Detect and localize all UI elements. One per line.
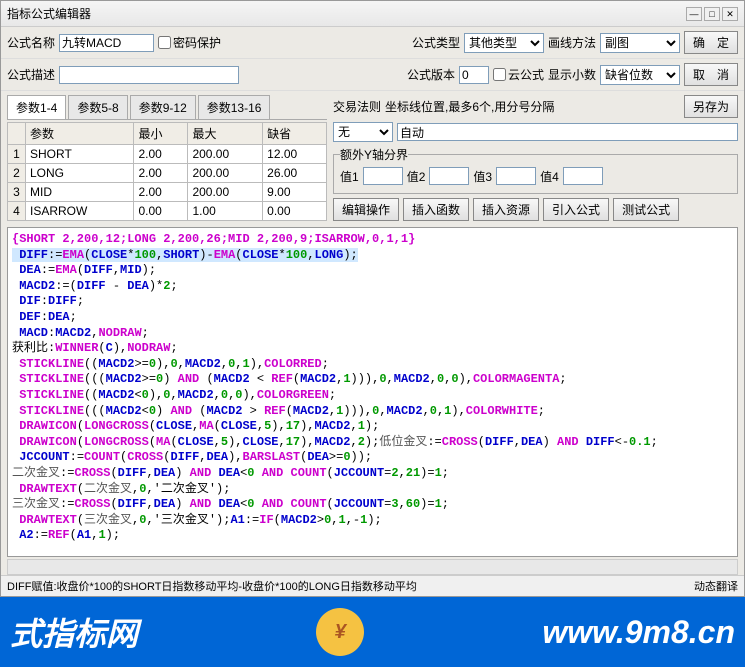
formula-desc-label: 公式描述 xyxy=(7,66,55,83)
table-row: 2LONG2.00200.0026.00 xyxy=(8,164,327,183)
formula-name-label: 公式名称 xyxy=(7,34,55,51)
cloud-label: 云公式 xyxy=(508,66,544,83)
coord-hint: 坐标线位置,最多6个,用分号分隔 xyxy=(385,98,680,115)
trade-rule-label: 交易法则 xyxy=(333,98,381,115)
table-row: 4ISARROW0.001.000.00 xyxy=(8,202,327,221)
extra-y-legend: 额外Y轴分界 xyxy=(340,146,408,163)
password-label: 密码保护 xyxy=(173,34,221,51)
cancel-button[interactable]: 取 消 xyxy=(684,63,738,86)
logo-icon: ¥ xyxy=(316,608,364,656)
tab-params-1-4[interactable]: 参数1-4 xyxy=(7,95,66,119)
version-input[interactable] xyxy=(459,66,489,84)
status-text: DIFF赋值:收盘价*100的SHORT日指数移动平均-收盘价*100的LONG… xyxy=(7,578,417,594)
code-editor[interactable]: {SHORT 2,200,12;LONG 2,200,26;MID 2,200,… xyxy=(7,227,738,557)
ok-button[interactable]: 确 定 xyxy=(684,31,738,54)
test-formula-button[interactable]: 测试公式 xyxy=(613,198,679,221)
edit-ops-button[interactable]: 编辑操作 xyxy=(333,198,399,221)
decimal-label: 显示小数 xyxy=(548,66,596,83)
minimize-button[interactable]: — xyxy=(686,7,702,21)
params-table: 参数最小最大缺省 1SHORT2.00200.0012.00 2LONG2.00… xyxy=(7,122,327,221)
horizontal-scrollbar[interactable] xyxy=(7,559,738,575)
formula-type-select[interactable]: 其他类型 xyxy=(464,33,544,53)
y3-input[interactable] xyxy=(496,167,536,185)
save-as-button[interactable]: 另存为 xyxy=(684,95,738,118)
extra-y-fieldset: 额外Y轴分界 值1 值2 值3 值4 xyxy=(333,146,738,194)
draw-method-select[interactable]: 副图 xyxy=(600,33,680,53)
cloud-checkbox[interactable] xyxy=(493,68,506,81)
formula-desc-input[interactable] xyxy=(59,66,239,84)
y2-input[interactable] xyxy=(429,167,469,185)
insert-func-button[interactable]: 插入函数 xyxy=(403,198,469,221)
decimal-select[interactable]: 缺省位数 xyxy=(600,65,680,85)
formula-name-input[interactable] xyxy=(59,34,154,52)
formula-type-label: 公式类型 xyxy=(412,34,460,51)
y1-input[interactable] xyxy=(363,167,403,185)
password-checkbox[interactable] xyxy=(158,36,171,49)
status-right: 动态翻译 xyxy=(694,578,738,594)
import-formula-button[interactable]: 引入公式 xyxy=(543,198,609,221)
table-row: 3MID2.00200.009.00 xyxy=(8,183,327,202)
insert-res-button[interactable]: 插入资源 xyxy=(473,198,539,221)
draw-method-label: 画线方法 xyxy=(548,34,596,51)
coord-input[interactable] xyxy=(397,123,738,141)
window-title: 指标公式编辑器 xyxy=(7,5,91,22)
tab-params-9-12[interactable]: 参数9-12 xyxy=(130,95,196,119)
tab-params-5-8[interactable]: 参数5-8 xyxy=(68,95,127,119)
trade-rule-select[interactable]: 无 xyxy=(333,122,393,142)
maximize-button[interactable]: □ xyxy=(704,7,720,21)
tab-params-13-16[interactable]: 参数13-16 xyxy=(198,95,271,119)
version-label: 公式版本 xyxy=(407,66,455,83)
y4-input[interactable] xyxy=(563,167,603,185)
watermark-banner: 式指标网 ¥ www.9m8.cn xyxy=(0,597,745,667)
table-row: 1SHORT2.00200.0012.00 xyxy=(8,145,327,164)
close-button[interactable]: ✕ xyxy=(722,7,738,21)
